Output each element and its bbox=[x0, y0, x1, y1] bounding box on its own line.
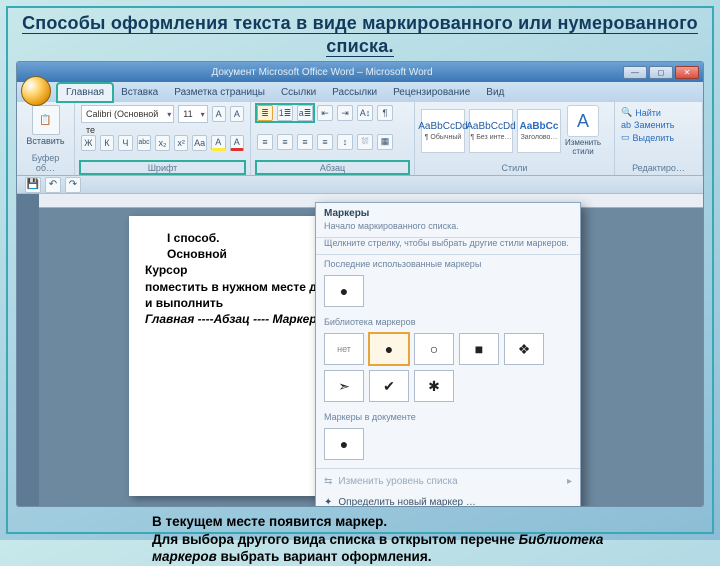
lib-none[interactable]: нет bbox=[324, 333, 364, 365]
quick-access: 💾 ↶ ↷ bbox=[17, 176, 703, 194]
tab-review[interactable]: Рецензирование bbox=[385, 84, 478, 102]
align-right-button[interactable]: ≡ bbox=[297, 134, 313, 150]
doc-line5: Главная ----Абзац ---- Маркеры bbox=[145, 312, 327, 326]
bullets-button[interactable]: ≣ bbox=[257, 105, 273, 121]
grow-font-icon[interactable]: A bbox=[212, 106, 226, 122]
tab-mail[interactable]: Рассылки bbox=[324, 84, 385, 102]
shrink-font-icon[interactable]: A bbox=[230, 106, 244, 122]
case-button[interactable]: Aa bbox=[192, 135, 207, 151]
sup-button[interactable]: x² bbox=[174, 135, 189, 151]
undo-icon[interactable]: ↶ bbox=[45, 177, 61, 193]
group-paragraph: Абзац bbox=[257, 162, 408, 173]
doc-line3: Курсор bbox=[145, 263, 188, 277]
lib-sq[interactable]: ■ bbox=[459, 333, 499, 365]
style-normal[interactable]: AaBbCcDd¶ Обычный bbox=[421, 109, 465, 153]
group-styles: Стили bbox=[421, 162, 608, 173]
lib-circ[interactable]: ○ bbox=[414, 333, 454, 365]
doc-line2: Основной bbox=[167, 247, 227, 261]
sub-button[interactable]: x₂ bbox=[155, 135, 170, 151]
change-level: ⇆ Изменить уровень списка ▸ bbox=[316, 471, 580, 492]
popup-sub2: Щелкните стрелку, чтобы выбрать другие с… bbox=[316, 238, 580, 255]
italic-button[interactable]: К bbox=[100, 135, 115, 151]
replace-button[interactable]: ab Заменить bbox=[621, 120, 696, 130]
popup-sec-doc: Маркеры в документе bbox=[316, 408, 580, 424]
lib-arrow[interactable]: ➣ bbox=[324, 370, 364, 402]
document-area: I способ. Основной Курсор поместить в ну… bbox=[17, 194, 703, 506]
align-justify-button[interactable]: ≡ bbox=[317, 134, 333, 150]
lib-disc[interactable]: ● bbox=[369, 333, 409, 365]
tab-home[interactable]: Главная bbox=[57, 83, 113, 102]
highlight-button[interactable]: A bbox=[211, 135, 226, 151]
close-button[interactable]: ✕ bbox=[675, 66, 699, 79]
find-button[interactable]: 🔍 Найти bbox=[621, 107, 696, 118]
change-styles-icon[interactable]: A bbox=[567, 105, 599, 137]
slide-title: Способы оформления текста в виде маркиро… bbox=[22, 12, 698, 57]
inc-indent-button[interactable]: ⇥ bbox=[337, 105, 353, 121]
dec-indent-button[interactable]: ⇤ bbox=[317, 105, 333, 121]
tab-insert[interactable]: Вставка bbox=[113, 84, 166, 102]
window-title: Документ Microsoft Office Word – Microso… bbox=[211, 67, 432, 78]
linespacing-button[interactable]: ↕ bbox=[337, 134, 353, 150]
define-bullet[interactable]: ✦ Определить новый маркер … bbox=[316, 492, 580, 507]
bottom-caption: В текущем месте появится маркер. Для выб… bbox=[152, 513, 632, 566]
popup-sec-library: Библиотека маркеров bbox=[316, 313, 580, 329]
align-center-button[interactable]: ≡ bbox=[277, 134, 293, 150]
office-orb[interactable] bbox=[21, 76, 51, 106]
font-size[interactable]: 11 bbox=[178, 105, 207, 123]
popup-sec-recent: Последние использованные маркеры bbox=[316, 255, 580, 271]
tab-view[interactable]: Вид bbox=[478, 84, 512, 102]
min-button[interactable]: — bbox=[623, 66, 647, 79]
multilevel-button[interactable]: a≣ bbox=[297, 105, 313, 121]
redo-icon[interactable]: ↷ bbox=[65, 177, 81, 193]
tab-layout[interactable]: Разметка страницы bbox=[166, 84, 273, 102]
shading-button[interactable]: ⛆ bbox=[357, 134, 373, 150]
pilcrow-button[interactable]: ¶ bbox=[377, 105, 393, 121]
popup-sub1: Начало маркированного списка. bbox=[316, 221, 580, 238]
popup-title: Маркеры bbox=[316, 203, 580, 221]
style-nospacing[interactable]: AaBbCcDd¶ Без инте… bbox=[469, 109, 513, 153]
max-button[interactable]: ◻ bbox=[649, 66, 673, 79]
titlebar: Документ Microsoft Office Word – Microso… bbox=[17, 62, 703, 82]
save-icon[interactable]: 💾 bbox=[25, 177, 41, 193]
fontcolor-button[interactable]: A bbox=[230, 135, 245, 151]
strike-button[interactable]: abc bbox=[137, 135, 152, 151]
group-font: Шрифт bbox=[81, 162, 244, 173]
ribbon: 📋 Вставить Буфер об… Calibri (Основной т… bbox=[17, 102, 703, 176]
paste-label: Вставить bbox=[26, 136, 64, 146]
doc-line1: I способ. bbox=[167, 231, 220, 245]
underline-button[interactable]: Ч bbox=[118, 135, 133, 151]
bullets-popup: Маркеры Начало маркированного списка. Ще… bbox=[315, 202, 581, 507]
style-heading[interactable]: AaBbCсЗаголово… bbox=[517, 109, 561, 153]
borders-button[interactable]: ▦ bbox=[377, 134, 393, 150]
tab-refs[interactable]: Ссылки bbox=[273, 84, 324, 102]
group-editing: Редактиро… bbox=[621, 162, 696, 173]
word-window: Документ Microsoft Office Word – Microso… bbox=[16, 61, 704, 507]
doc-bullet-disc[interactable]: ● bbox=[324, 428, 364, 460]
select-button[interactable]: ▭ Выделить bbox=[621, 132, 696, 143]
lib-check[interactable]: ✔ bbox=[369, 370, 409, 402]
paste-icon[interactable]: 📋 bbox=[32, 105, 60, 135]
lib-diam[interactable]: ❖ bbox=[504, 333, 544, 365]
recent-bullet-disc[interactable]: ● bbox=[324, 275, 364, 307]
ribbon-tabs: Главная Вставка Разметка страницы Ссылки… bbox=[17, 82, 703, 102]
sort-button[interactable]: А↕ bbox=[357, 105, 373, 121]
group-clipboard: Буфер об… bbox=[23, 152, 68, 173]
lib-star[interactable]: ✱ bbox=[414, 370, 454, 402]
numbering-button[interactable]: 1≣ bbox=[277, 105, 293, 121]
font-name[interactable]: Calibri (Основной те bbox=[81, 105, 174, 123]
align-left-button[interactable]: ≡ bbox=[257, 134, 273, 150]
